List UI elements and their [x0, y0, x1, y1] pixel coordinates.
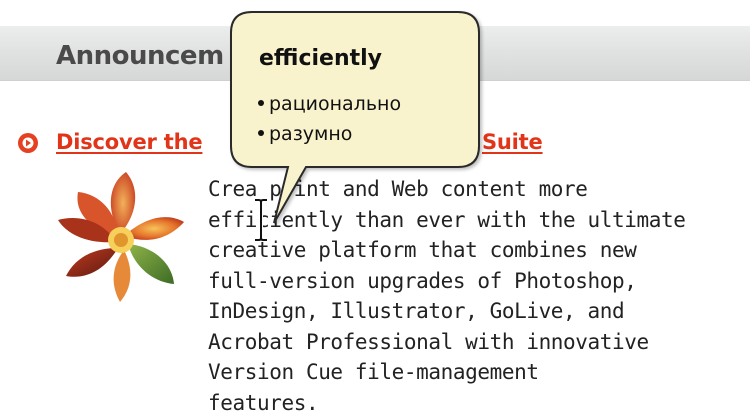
translation-text: рационально [269, 93, 401, 115]
translation-text: разумно [269, 123, 352, 145]
translation-tooltip: efficiently рационально разумно [230, 11, 480, 169]
body-line: Version Cue file-management [208, 357, 748, 388]
translation-item: разумно [258, 119, 401, 149]
adobe-leaf-logo [48, 170, 198, 306]
headline-text-left[interactable]: Discover the [56, 130, 202, 154]
tooltip-word: efficiently [259, 46, 382, 71]
announcements-title: Announcem [56, 41, 224, 71]
announcement-headline-link[interactable]: Discover the [56, 130, 202, 154]
body-line: full-version upgrades of Photoshop, [208, 266, 748, 297]
bullet-dot-icon [258, 100, 264, 106]
bullet-dot-icon [258, 130, 264, 136]
tooltip-translation-list: рационально разумно [258, 89, 401, 149]
announcement-headline-link-suffix[interactable]: Suite [482, 130, 543, 154]
translation-item: рационально [258, 89, 401, 119]
circle-arrow-right-icon [17, 132, 39, 154]
headline-text-right[interactable]: Suite [482, 130, 543, 154]
text-cursor-icon [252, 198, 270, 242]
body-line: features. [208, 388, 748, 418]
body-line: InDesign, Illustrator, GoLive, and [208, 296, 748, 327]
body-line: Acrobat Professional with innovative [208, 327, 748, 358]
